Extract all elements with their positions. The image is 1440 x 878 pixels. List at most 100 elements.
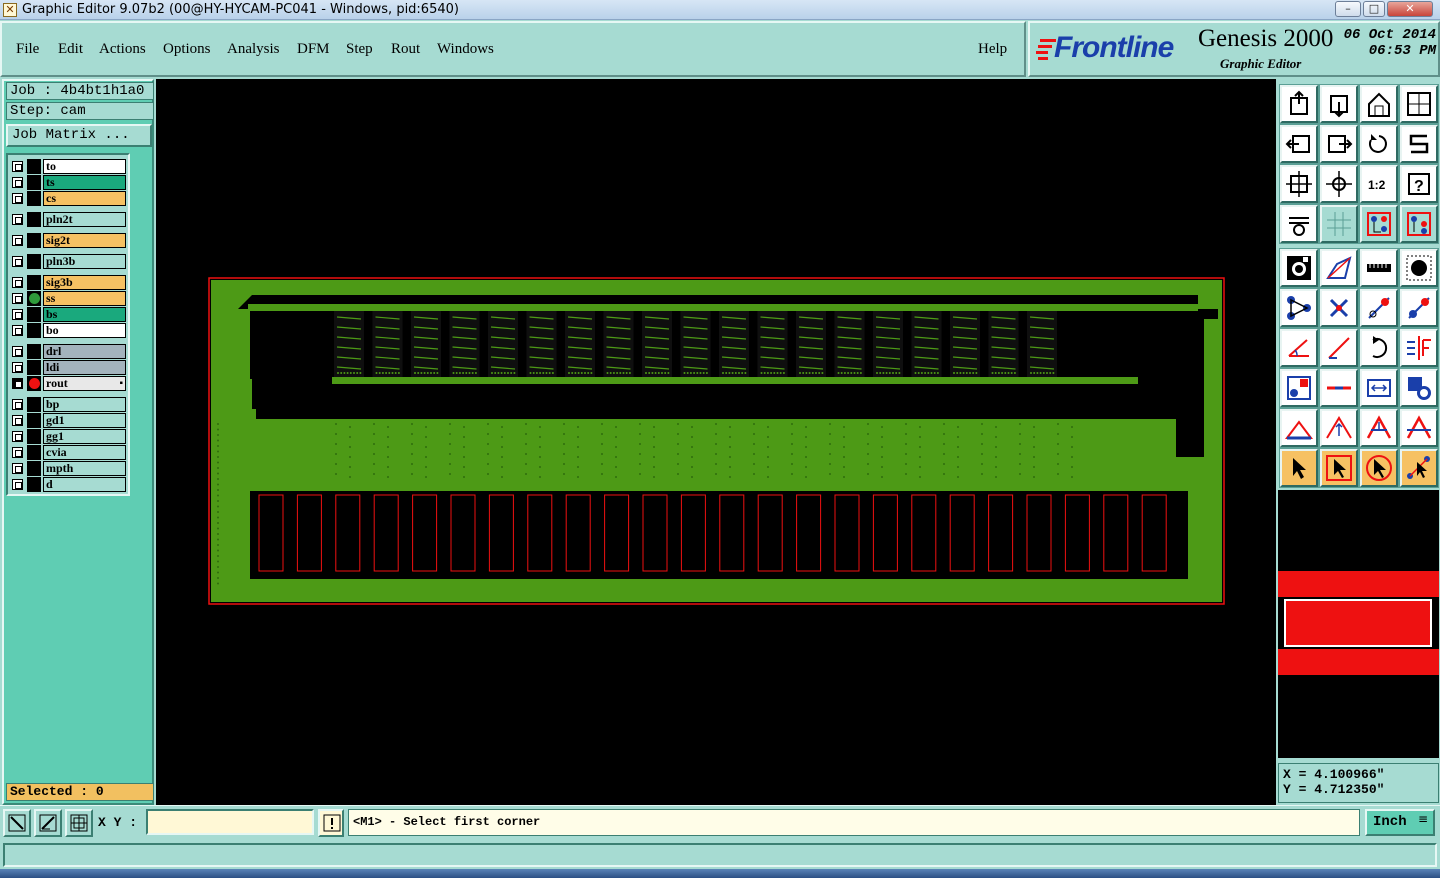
layer-display-alt-button[interactable] — [1400, 205, 1438, 243]
layer-row-bo[interactable]: bo — [12, 323, 126, 338]
minimize-button[interactable]: – — [1335, 1, 1361, 17]
layer-name[interactable]: to — [43, 159, 126, 174]
layer-settings-button[interactable] — [1280, 205, 1318, 243]
zoom-down-button[interactable] — [1320, 85, 1358, 123]
layer-checkbox[interactable] — [12, 346, 23, 357]
layer-row-to[interactable]: to — [12, 159, 126, 174]
select-polygon-button[interactable] — [1320, 249, 1358, 287]
layer-name[interactable]: sig3b — [43, 275, 126, 290]
pointer-node-button[interactable] — [1400, 449, 1438, 487]
layer-checkbox[interactable] — [12, 362, 23, 373]
affected-indicator[interactable] — [27, 376, 41, 391]
undo-zoom-button[interactable] — [1360, 125, 1398, 163]
layer-row-gg1[interactable]: gg1 — [12, 429, 126, 444]
layer-checkbox[interactable] — [12, 214, 23, 225]
layer-row-ss[interactable]: ss — [12, 291, 126, 306]
snap-mode-button[interactable] — [3, 809, 31, 837]
layer-name[interactable]: mpth — [43, 461, 126, 476]
layer-row-drl[interactable]: drl — [12, 344, 126, 359]
pointer-circle-button[interactable] — [1360, 449, 1398, 487]
layer-name[interactable]: pln3b — [43, 254, 126, 269]
menu-file[interactable]: File — [16, 41, 39, 58]
pointer-box-button[interactable] — [1320, 449, 1358, 487]
measure-ruler-button[interactable] — [1360, 249, 1398, 287]
graphic-canvas[interactable] — [156, 79, 1276, 805]
rotate-button[interactable] — [1360, 329, 1398, 367]
layer-row-pln3b[interactable]: pln3b — [12, 254, 126, 269]
horizontal-line-button[interactable] — [1320, 369, 1358, 407]
layer-checkbox[interactable] — [12, 431, 23, 442]
scale-1-2-button[interactable]: 1:2 — [1360, 165, 1398, 203]
layer-display-button[interactable] — [1360, 205, 1398, 243]
map-viewport[interactable] — [1284, 599, 1432, 647]
layer-name[interactable]: sig2t — [43, 233, 126, 248]
layer-row-ts[interactable]: ts — [12, 175, 126, 190]
copy-shape-button[interactable] — [1400, 369, 1438, 407]
app-icon[interactable]: ✕ — [3, 3, 17, 17]
split-view-button[interactable] — [1400, 85, 1438, 123]
layer-checkbox[interactable] — [12, 256, 23, 267]
affected-indicator[interactable] — [27, 413, 41, 428]
pointer-button[interactable] — [1280, 449, 1318, 487]
layer-name[interactable]: ss — [43, 291, 126, 306]
layer-name[interactable]: cs — [43, 191, 126, 206]
maximize-button[interactable]: □ — [1363, 1, 1385, 17]
layer-checkbox[interactable] — [12, 309, 23, 320]
affected-indicator[interactable] — [27, 159, 41, 174]
menu-dfm[interactable]: DFM — [297, 41, 330, 58]
layer-row-cs[interactable]: cs — [12, 191, 126, 206]
layer-name[interactable]: rout ▪ — [43, 376, 126, 391]
layer-row-ldi[interactable]: ldi — [12, 360, 126, 375]
affected-indicator[interactable] — [27, 323, 41, 338]
menu-step[interactable]: Step — [346, 41, 373, 58]
menu-help[interactable]: Help — [978, 41, 1007, 58]
pad-button[interactable] — [1400, 249, 1438, 287]
layer-checkbox[interactable] — [12, 399, 23, 410]
add-point-button[interactable] — [1360, 289, 1398, 327]
select-feature-button[interactable] — [1280, 249, 1318, 287]
layer-checkbox[interactable] — [12, 293, 23, 304]
affected-indicator[interactable] — [27, 254, 41, 269]
layer-checkbox[interactable] — [12, 177, 23, 188]
layer-checkbox[interactable] — [12, 447, 23, 458]
layer-row-d[interactable]: d — [12, 477, 126, 492]
pan-right-button[interactable] — [1320, 125, 1358, 163]
affected-indicator[interactable] — [27, 233, 41, 248]
layer-checkbox[interactable] — [12, 161, 23, 172]
affected-indicator[interactable] — [27, 175, 41, 190]
layer-name[interactable]: bp — [43, 397, 126, 412]
break-point-button[interactable] — [1400, 289, 1438, 327]
units-selector[interactable]: Inch ≡ — [1365, 809, 1435, 836]
measure-mode-button[interactable] — [34, 809, 62, 837]
layer-checkbox[interactable] — [12, 325, 23, 336]
arch-up-button[interactable] — [1360, 409, 1398, 447]
layer-checkbox[interactable] — [12, 235, 23, 246]
layer-row-gd1[interactable]: gd1 — [12, 413, 126, 428]
layer-row-bs[interactable]: bs — [12, 307, 126, 322]
home-button[interactable] — [1360, 85, 1398, 123]
layer-name[interactable]: ldi — [43, 360, 126, 375]
redraw-button[interactable] — [1400, 125, 1438, 163]
layer-name[interactable]: gd1 — [43, 413, 126, 428]
menu-windows[interactable]: Windows — [437, 41, 494, 58]
menu-actions[interactable]: Actions — [99, 41, 146, 58]
menu-analysis[interactable]: Analysis — [227, 41, 280, 58]
draw-angle-button[interactable] — [1280, 329, 1318, 367]
layer-name[interactable]: d — [43, 477, 126, 492]
layer-checkbox[interactable] — [12, 378, 23, 389]
zoom-home-button[interactable] — [1280, 85, 1318, 123]
triangle-up-button[interactable] — [1320, 409, 1358, 447]
affected-indicator[interactable] — [27, 461, 41, 476]
zoom-fit-button[interactable] — [1320, 165, 1358, 203]
layer-row-pln2t[interactable]: pln2t — [12, 212, 126, 227]
fit-all-button[interactable] — [1280, 165, 1318, 203]
menu-edit[interactable]: Edit — [58, 41, 83, 58]
pcb-drawing[interactable] — [156, 79, 1276, 805]
affected-indicator[interactable] — [27, 429, 41, 444]
affected-indicator[interactable] — [27, 445, 41, 460]
layer-row-sig3b[interactable]: sig3b — [12, 275, 126, 290]
help-button[interactable]: ? — [1400, 165, 1438, 203]
arch-line-button[interactable] — [1400, 409, 1438, 447]
layer-row-mpth[interactable]: mpth — [12, 461, 126, 476]
mirror-button[interactable] — [1400, 329, 1438, 367]
